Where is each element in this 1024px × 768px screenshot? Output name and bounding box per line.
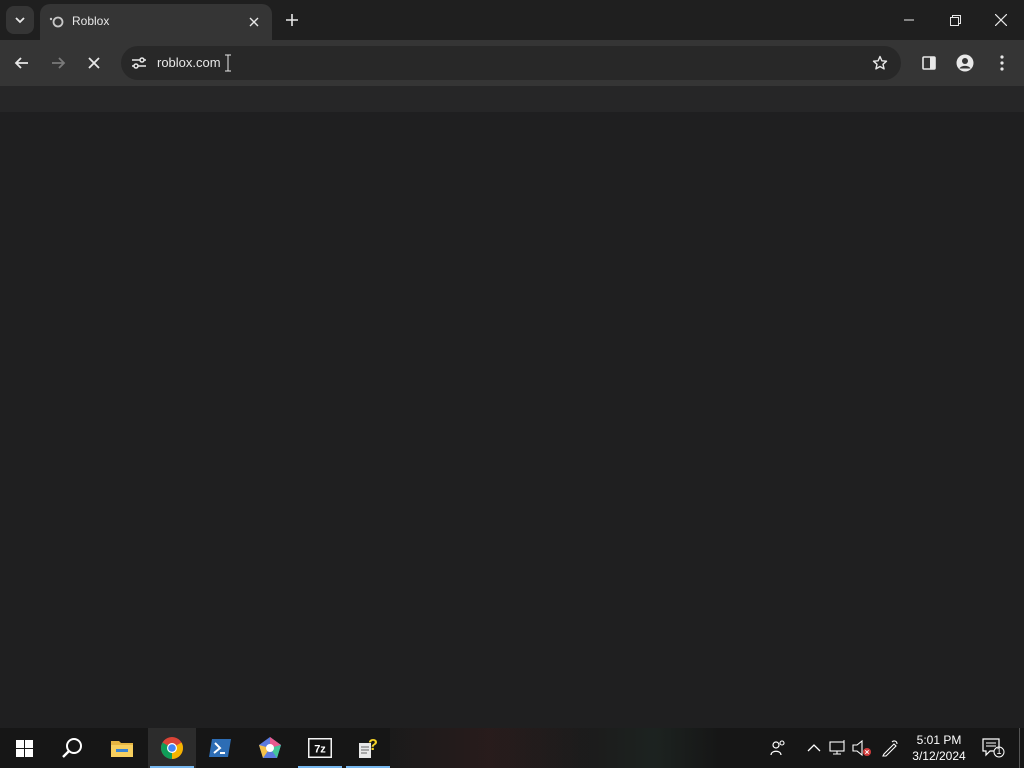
powershell-button[interactable] — [196, 728, 244, 768]
menu-button[interactable] — [987, 48, 1017, 78]
windows-taskbar: 7z ? 5:01 PM 3/12/2024 1 — [0, 728, 1024, 768]
tab-roblox[interactable]: Roblox — [40, 4, 272, 40]
powershell-icon — [209, 739, 231, 757]
folder-icon — [111, 741, 133, 757]
tab-title: Roblox — [72, 14, 110, 28]
pentagon-app-button[interactable] — [246, 728, 294, 768]
new-tab-button[interactable] — [280, 8, 304, 32]
forward-button[interactable] — [43, 48, 73, 78]
network-button[interactable] — [828, 738, 848, 758]
stop-loading-button[interactable] — [79, 48, 109, 78]
browser-window: Roblox roblox.com — [0, 0, 1024, 728]
volume-button[interactable] — [852, 738, 872, 758]
notification-icon — [982, 738, 1005, 758]
bookmark-button[interactable] — [869, 52, 891, 74]
side-panel-icon — [922, 56, 936, 70]
arrow-right-icon — [52, 57, 66, 69]
taskbar-wallpaper-peek — [390, 728, 720, 768]
close-icon — [995, 14, 1007, 26]
action-center-button[interactable]: 1 — [980, 736, 1006, 760]
system-clock[interactable]: 5:01 PM 3/12/2024 — [906, 732, 972, 764]
taskbar-search-button[interactable] — [48, 728, 96, 768]
address-bar[interactable]: roblox.com — [121, 46, 901, 80]
help-document-icon: ? — [359, 737, 378, 758]
people-icon — [770, 740, 785, 756]
person-icon — [956, 54, 974, 72]
chevron-up-icon — [807, 744, 821, 752]
side-panel-button[interactable] — [914, 48, 944, 78]
minimize-icon — [904, 19, 914, 21]
text-cursor-icon — [225, 54, 231, 72]
pen-workspace-button[interactable] — [880, 738, 900, 758]
restore-button[interactable] — [932, 0, 978, 40]
tab-search-button[interactable] — [6, 6, 34, 34]
minimize-button[interactable] — [886, 0, 932, 40]
file-explorer-button[interactable] — [98, 728, 146, 768]
pentagon-app-icon — [259, 737, 281, 758]
more-vertical-icon — [1000, 55, 1004, 71]
star-icon — [872, 55, 888, 70]
7zip-icon: 7z — [308, 738, 332, 758]
volume-muted-icon — [852, 739, 871, 757]
restore-icon — [949, 14, 961, 26]
chrome-icon — [161, 737, 183, 759]
chrome-taskbar-button[interactable] — [148, 728, 196, 768]
svg-text:7z: 7z — [314, 744, 326, 756]
clock-time: 5:01 PM — [916, 733, 962, 747]
close-icon — [249, 17, 259, 27]
search-icon — [62, 738, 82, 758]
tune-icon — [132, 57, 146, 69]
profile-button[interactable] — [950, 48, 980, 78]
svg-text:?: ? — [368, 737, 378, 754]
plus-icon — [286, 14, 298, 26]
show-hidden-icons-button[interactable] — [804, 738, 824, 758]
arrow-left-icon — [14, 57, 28, 69]
pen-icon — [882, 740, 898, 757]
notification-count: 1 — [996, 746, 1002, 756]
tab-strip: Roblox — [0, 0, 1024, 40]
start-button[interactable] — [0, 728, 48, 768]
page-content — [0, 112, 1024, 728]
page-loading-strip — [0, 86, 1024, 112]
network-icon — [829, 740, 845, 755]
browser-toolbar: roblox.com — [0, 40, 1024, 86]
back-button[interactable] — [7, 48, 37, 78]
tab-close-button[interactable] — [244, 12, 264, 32]
people-button[interactable] — [768, 738, 788, 758]
chevron-down-icon — [15, 17, 25, 24]
loading-favicon-icon — [49, 16, 64, 28]
windows-logo-icon — [15, 739, 33, 757]
address-bar-text[interactable]: roblox.com — [157, 55, 221, 70]
clock-date: 3/12/2024 — [912, 749, 966, 763]
7zip-button[interactable]: 7z — [296, 728, 344, 768]
show-desktop-button[interactable] — [1019, 728, 1020, 768]
close-window-button[interactable] — [978, 0, 1024, 40]
site-info-button[interactable] — [127, 51, 151, 75]
close-icon — [88, 57, 100, 69]
help-app-button[interactable]: ? — [344, 728, 392, 768]
